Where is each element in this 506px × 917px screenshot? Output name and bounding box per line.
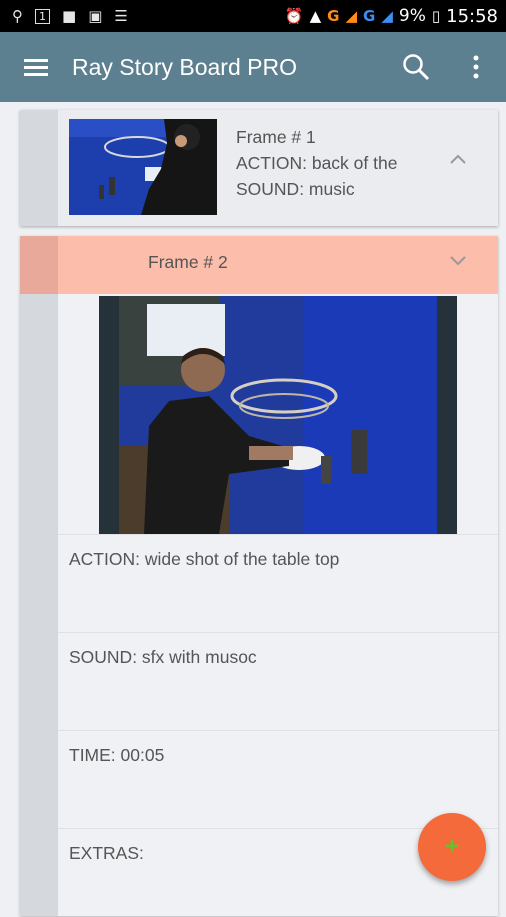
frame-action-row[interactable]: ACTION: wide shot of the table top bbox=[58, 534, 498, 633]
frame-sound-1: SOUND: music bbox=[236, 179, 355, 199]
search-button[interactable] bbox=[386, 52, 446, 82]
frame-card-1[interactable]: Frame # 1 ACTION: back of the SOUND: mus… bbox=[20, 110, 498, 226]
frame-time-2: TIME: 00:05 bbox=[69, 745, 165, 765]
wifi-icon: ▲ bbox=[309, 7, 322, 25]
battery-icon: ▯ bbox=[431, 7, 441, 25]
frame-drag-handle[interactable] bbox=[20, 110, 58, 226]
chevron-down-icon[interactable] bbox=[450, 256, 466, 266]
signal-icon: ◢ bbox=[345, 7, 358, 25]
clock: 15:58 bbox=[446, 5, 498, 27]
menu-button[interactable] bbox=[0, 57, 72, 77]
chevron-up-icon[interactable] bbox=[450, 154, 466, 164]
frame-action-1: ACTION: back of the bbox=[236, 153, 398, 173]
app-title: Ray Story Board PRO bbox=[72, 53, 297, 80]
lock-icon: ■ bbox=[62, 7, 77, 25]
frame-title-1: Frame # 1 bbox=[236, 127, 316, 147]
search-icon bbox=[403, 54, 430, 81]
frame-summary-1: Frame # 1 ACTION: back of the SOUND: mus… bbox=[236, 124, 436, 202]
plus-icon: + bbox=[444, 833, 459, 860]
signal-icon-2: ◢ bbox=[381, 7, 393, 25]
battery-percent: 9% bbox=[398, 6, 426, 26]
frame-drag-handle[interactable] bbox=[20, 236, 58, 916]
usb-icon: ⚲ bbox=[12, 7, 23, 25]
frame-image-2[interactable] bbox=[99, 296, 457, 534]
menu-icon bbox=[24, 59, 48, 76]
overflow-menu-button[interactable] bbox=[446, 55, 506, 79]
network-type-1: G bbox=[327, 7, 340, 25]
alarm-icon: ⏰ bbox=[284, 7, 304, 25]
sim-badge: 1 bbox=[35, 8, 50, 24]
frame-list[interactable]: Frame # 1 ACTION: back of the SOUND: mus… bbox=[0, 102, 506, 916]
frame-header-2[interactable]: Frame # 2 bbox=[20, 236, 498, 294]
barcode-icon: ☰ bbox=[114, 7, 128, 25]
frame-card-2[interactable]: Frame # 2 ACTION: wide shot of the table… bbox=[20, 236, 498, 916]
frame-sound-row[interactable]: SOUND: sfx with musoc bbox=[58, 632, 498, 731]
more-vert-icon bbox=[473, 55, 479, 79]
frame-thumbnail-1 bbox=[69, 119, 217, 215]
frame-action-2: ACTION: wide shot of the table top bbox=[69, 549, 340, 569]
frame-time-row[interactable]: TIME: 00:05 bbox=[58, 730, 498, 829]
frame-extras-2: EXTRAS: bbox=[69, 843, 144, 863]
frame-sound-2: SOUND: sfx with musoc bbox=[69, 647, 257, 667]
add-frame-button[interactable]: + bbox=[418, 813, 486, 881]
network-type-2: G bbox=[363, 7, 376, 25]
frame-header-gutter bbox=[20, 236, 58, 294]
image-icon: ▣ bbox=[88, 7, 103, 25]
app-bar: Ray Story Board PRO bbox=[0, 32, 506, 102]
frame-title-2: Frame # 2 bbox=[148, 252, 228, 272]
status-bar: ⚲ 1 ■ ▣ ☰ ⏰ ▲ G ◢ G ◢ 9% ▯ 15:58 bbox=[0, 0, 506, 32]
